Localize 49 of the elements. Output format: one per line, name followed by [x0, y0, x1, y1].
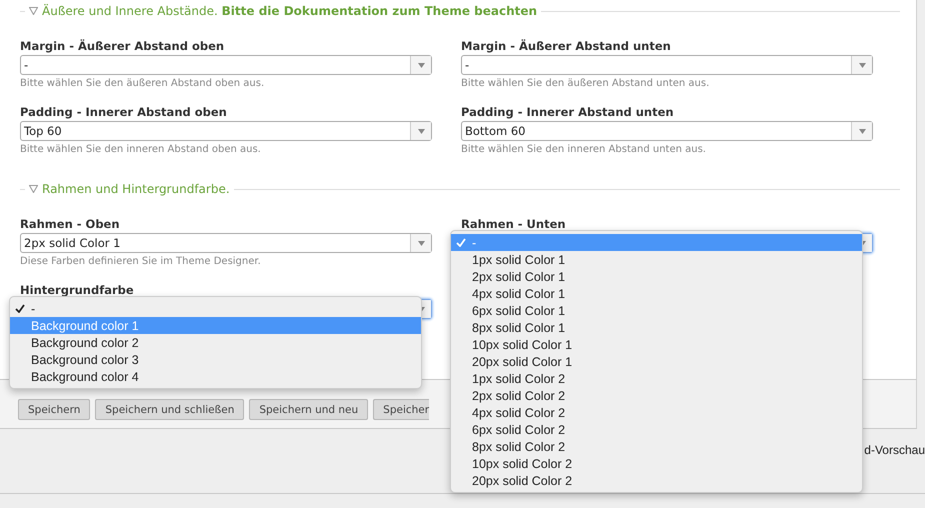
dropdown-arrow-icon: [418, 128, 424, 134]
field-label: Margin - Äußerer Abstand unten: [461, 39, 672, 54]
dropdown-option[interactable]: 4px solid Color 2: [451, 404, 862, 421]
field-label: Hintergrundfarbe: [20, 283, 135, 298]
save-button[interactable]: Speichern und schließen: [95, 399, 244, 420]
dropdown-arrow-icon: [418, 62, 424, 68]
dropdown-option[interactable]: 20px solid Color 1: [451, 353, 862, 370]
section-title: Rahmen und Hintergrundfarbe.: [42, 182, 230, 196]
save-button[interactable]: Speichern: [18, 399, 90, 420]
dropdown-option[interactable]: Background color 4: [10, 368, 421, 385]
select-field[interactable]: -: [461, 55, 873, 75]
field-label: Rahmen - Unten: [461, 217, 567, 232]
dropdown-option[interactable]: Background color 3: [10, 351, 421, 368]
dropdown-arrow-icon: [858, 62, 866, 68]
dropdown-option[interactable]: 8px solid Color 1: [451, 319, 862, 336]
preview-link[interactable]: d-Vorschau: [864, 443, 925, 459]
field-label: Padding - Innerer Abstand oben: [20, 105, 228, 120]
dropdown-option[interactable]: 4px solid Color 1: [451, 285, 862, 302]
dropdown-arrow-icon: [858, 128, 866, 134]
dropdown-option[interactable]: 8px solid Color 2: [451, 438, 862, 455]
dropdown-option[interactable]: 1px solid Color 2: [451, 370, 862, 387]
select-field[interactable]: -: [20, 55, 432, 75]
dropdown-arrow-icon: [418, 240, 424, 246]
field-hint: Diese Farben definieren Sie im Theme Designer.: [20, 256, 262, 269]
triangle-icon[interactable]: [29, 185, 38, 193]
select-field[interactable]: Bottom 60: [461, 121, 873, 141]
dropdown-option[interactable]: 2px solid Color 1: [451, 268, 862, 285]
dropdown-option[interactable]: 10px solid Color 2: [451, 455, 862, 472]
section-title: Äußere und Innere Abstände. Bitte die Dokumentation zum Theme beachten: [42, 4, 538, 18]
save-button[interactable]: Speichern und neu: [249, 399, 368, 420]
select-field[interactable]: Top 60: [20, 121, 432, 141]
field-hint: Bitte wählen Sie den äußeren Abstand oben aus.: [20, 78, 266, 91]
triangle-icon[interactable]: [29, 7, 38, 15]
select-field[interactable]: 2px solid Color 1: [20, 233, 432, 253]
dropdown-option[interactable]: 2px solid Color 2: [451, 387, 862, 404]
dropdown-option[interactable]: Background color 2: [10, 334, 421, 351]
field-label: Padding - Innerer Abstand unten: [461, 105, 675, 120]
dropdown-option[interactable]: 10px solid Color 1: [451, 336, 862, 353]
dropdown-option[interactable]: 20px solid Color 2: [451, 472, 862, 489]
field-label: Rahmen - Oben: [20, 217, 121, 232]
field-hint: Bitte wählen Sie den inneren Abstand unten aus.: [461, 144, 707, 157]
dropdown-option[interactable]: 1px solid Color 1: [451, 251, 862, 268]
field-hint: Bitte wählen Sie den äußeren Abstand unten aus.: [461, 78, 710, 91]
field-label: Margin - Äußerer Abstand oben: [20, 39, 226, 54]
save-button[interactable]: Speicher: [373, 399, 430, 420]
dropdown-option[interactable]: 6px solid Color 2: [451, 421, 862, 438]
dropdown-option[interactable]: -: [10, 300, 421, 317]
dropdown-option[interactable]: 6px solid Color 1: [451, 302, 862, 319]
field-hint: Bitte wählen Sie den inneren Abstand oben aus.: [20, 144, 262, 157]
